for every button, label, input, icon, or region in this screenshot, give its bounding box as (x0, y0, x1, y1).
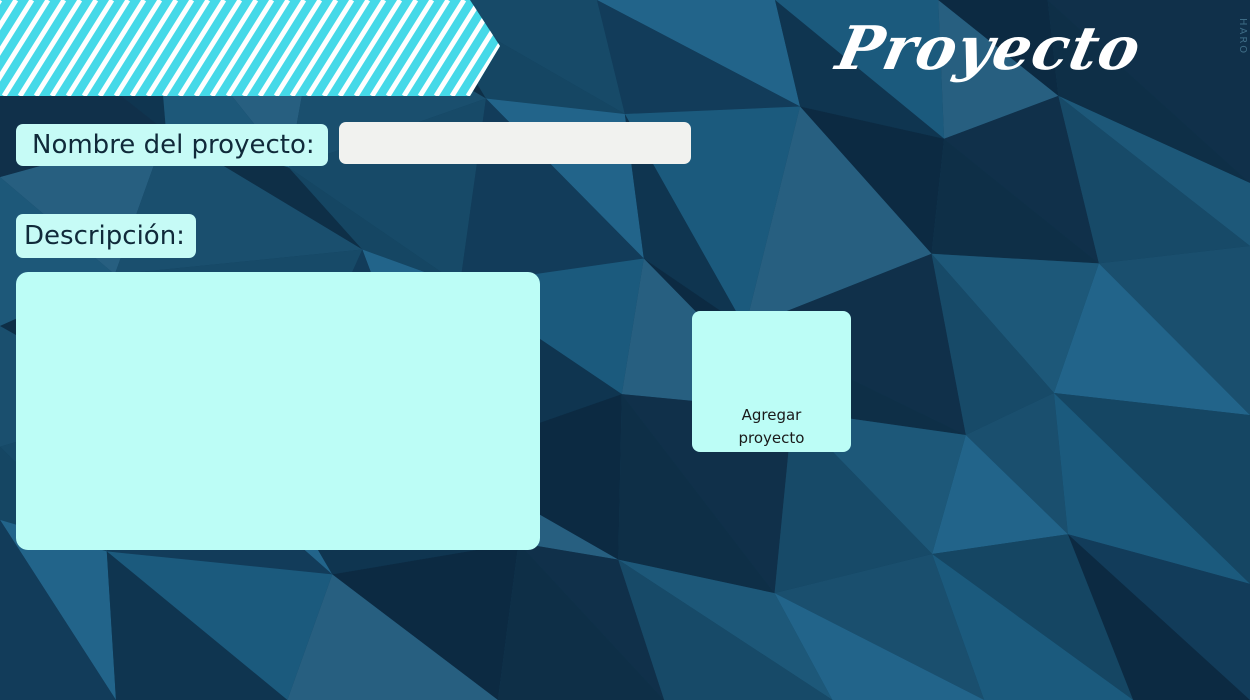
striped-banner (0, 0, 500, 96)
project-name-label: Nombre del proyecto: (16, 124, 328, 166)
add-project-button-label: Agregar proyecto (738, 405, 805, 447)
description-textarea[interactable] (16, 272, 540, 550)
project-name-input[interactable] (339, 122, 691, 164)
description-label: Descripción: (16, 214, 196, 258)
add-project-button[interactable]: Agregar proyecto (692, 311, 851, 452)
watermark-text: HARO (1237, 18, 1248, 56)
page-title: Proyecto (830, 14, 1148, 84)
